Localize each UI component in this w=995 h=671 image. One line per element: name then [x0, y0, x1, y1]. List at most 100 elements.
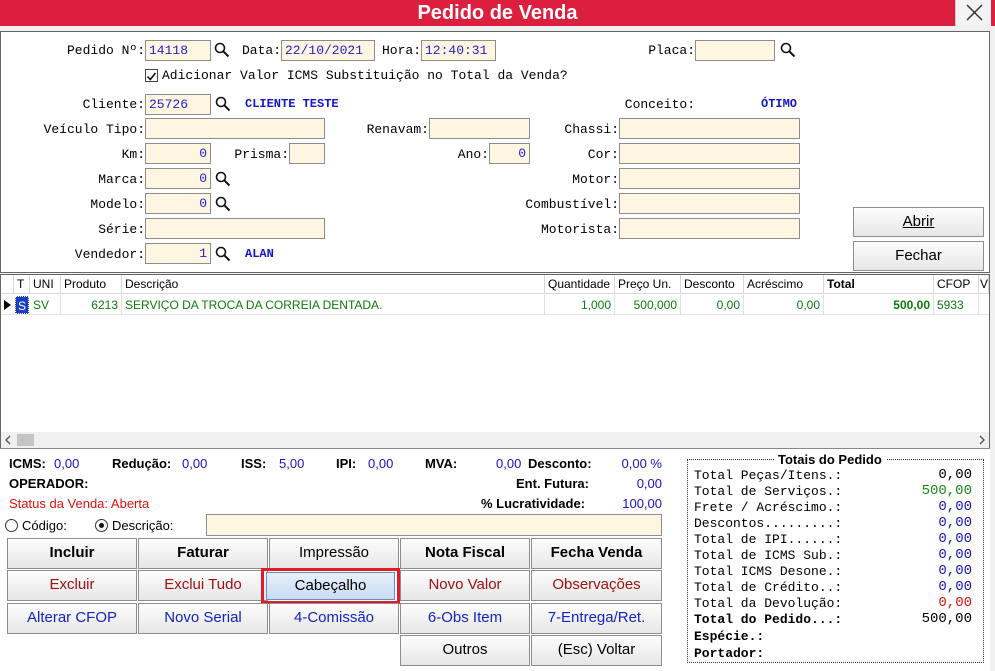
row-preco-cell: 500,000 — [615, 295, 681, 315]
exclui-tudo-button[interactable]: Exclui Tudo — [138, 570, 268, 601]
mva-value: 0,00 — [496, 456, 522, 471]
cor-field[interactable] — [619, 143, 800, 164]
col-uni[interactable]: UNI — [30, 275, 61, 294]
mva-label: MVA: — [425, 456, 458, 471]
motorista-field[interactable] — [619, 218, 800, 239]
col-cfop[interactable]: CFOP — [934, 275, 979, 294]
scrollbar-thumb[interactable] — [17, 434, 34, 446]
modelo-label: Modelo: — [90, 197, 145, 212]
total-pedido-value: 500,00 — [921, 611, 972, 627]
combustivel-field[interactable] — [619, 193, 800, 214]
placa-field[interactable] — [695, 40, 775, 61]
excluir-button[interactable]: Excluir — [7, 570, 137, 601]
col-preco[interactable]: Preço Un. — [615, 275, 681, 294]
novo-valor-button[interactable]: Novo Valor — [400, 570, 530, 601]
renavam-field[interactable] — [429, 118, 530, 139]
hora-field[interactable]: 12:40:31 — [421, 40, 496, 61]
veiculo-field[interactable] — [145, 118, 325, 139]
prisma-label: Prisma: — [234, 147, 289, 162]
km-label: Km: — [121, 147, 145, 162]
col-quantidade[interactable]: Quantidade — [545, 275, 615, 294]
vendedor-field[interactable]: 1 — [145, 243, 211, 264]
pedido-search-icon[interactable] — [214, 42, 230, 58]
close-button[interactable] — [955, 0, 991, 26]
scroll-right-icon[interactable] — [977, 435, 987, 445]
icms-value: 0,00 — [54, 456, 80, 471]
incluir-button[interactable]: Incluir — [7, 538, 137, 569]
col-descricao[interactable]: Descrição — [122, 275, 545, 294]
outros-button[interactable]: Outros — [400, 635, 530, 666]
col-t[interactable]: T — [14, 275, 30, 294]
row-type-cell[interactable]: S — [15, 296, 29, 314]
totals-row-value: 0,00 — [938, 499, 972, 515]
col-desconto[interactable]: Desconto — [681, 275, 744, 294]
product-search-input[interactable] — [206, 514, 662, 536]
obs-item-button[interactable]: 6-Obs Item — [400, 603, 530, 634]
ano-label: Ano: — [457, 147, 489, 162]
modelo-field[interactable]: 0 — [145, 193, 211, 214]
items-grid: T UNI Produto Descrição Quantidade Preço… — [0, 274, 990, 448]
iss-value: 5,00 — [279, 456, 305, 471]
close-icon — [966, 4, 983, 21]
row-cfop-cell: 5933 — [934, 295, 979, 315]
descricao-radio-label: Descrição: — [112, 518, 174, 533]
divider — [0, 448, 990, 449]
alterar-cfop-button[interactable]: Alterar CFOP — [7, 603, 137, 634]
voltar-button[interactable]: (Esc) Voltar — [531, 635, 662, 666]
pedido-field[interactable]: 14118 — [145, 40, 211, 61]
serie-field[interactable] — [145, 218, 325, 239]
icms-checkbox[interactable] — [145, 69, 158, 82]
marca-search-icon[interactable] — [215, 171, 231, 187]
chassi-field[interactable] — [619, 118, 800, 139]
lucratividade-value: 100,00 — [622, 496, 662, 511]
faturar-button[interactable]: Faturar — [138, 538, 268, 569]
totals-row-value: 0,00 — [938, 467, 972, 483]
motor-field[interactable] — [619, 168, 800, 189]
reducao-label: Redução: — [112, 456, 172, 471]
abrir-button[interactable]: Abrir — [853, 207, 984, 237]
ipi-label: IPI: — [336, 456, 357, 471]
marca-field[interactable]: 0 — [145, 168, 211, 189]
col-produto[interactable]: Produto — [61, 275, 122, 294]
status-text: Status da Venda: Aberta — [9, 496, 150, 511]
vendedor-search-icon[interactable] — [215, 246, 231, 262]
placa-search-icon[interactable] — [780, 42, 796, 58]
scroll-left-icon[interactable] — [3, 435, 13, 445]
col-total[interactable]: Total — [824, 275, 934, 294]
totals-row-label: Total da Devolução: — [694, 596, 843, 611]
cliente-search-icon[interactable] — [215, 96, 231, 112]
col-acrescimo[interactable]: Acréscimo — [744, 275, 824, 294]
descricao-radio[interactable] — [95, 519, 108, 532]
fecha-venda-button[interactable]: Fecha Venda — [531, 538, 662, 569]
data-field[interactable]: 22/10/2021 — [281, 40, 375, 61]
combustivel-label: Combustível: — [525, 197, 619, 212]
row-descricao-cell: SERVIÇO DA TROCA DA CORREIA DENTADA. — [122, 295, 545, 315]
cabecalho-button[interactable]: Cabeçalho — [266, 572, 395, 600]
comissao-button[interactable]: 4-Comissão — [269, 603, 399, 634]
especie-label: Espécie.: — [694, 629, 765, 644]
novo-serial-button[interactable]: Novo Serial — [138, 603, 268, 634]
prisma-field[interactable] — [289, 143, 325, 164]
horizontal-scrollbar[interactable] — [1, 432, 989, 448]
observacoes-button[interactable]: Observações — [531, 570, 662, 601]
totals-row-label: Descontos.........: — [694, 516, 843, 531]
impressao-button[interactable]: Impressão — [269, 538, 399, 569]
col-v[interactable]: V — [979, 275, 989, 294]
codigo-radio[interactable] — [5, 519, 18, 532]
radio-dot — [99, 523, 104, 528]
totals-row-value: 0,00 — [938, 531, 972, 547]
totals-title: Totais do Pedido — [774, 452, 886, 467]
ano-field[interactable]: 0 — [489, 143, 530, 164]
renavam-label: Renavam: — [366, 122, 429, 137]
fechar-button[interactable]: Fechar — [853, 241, 984, 271]
cliente-field[interactable]: 25726 — [145, 94, 211, 115]
nota-fiscal-button[interactable]: Nota Fiscal — [400, 538, 530, 569]
row-acrescimo-cell: 0,00 — [744, 295, 824, 315]
modelo-search-icon[interactable] — [215, 196, 231, 212]
km-field[interactable]: 0 — [145, 143, 211, 164]
veiculo-label: Veículo Tipo: — [43, 122, 145, 137]
icms-label: ICMS: — [9, 456, 46, 471]
chassi-label: Chassi: — [564, 122, 619, 137]
entrega-button[interactable]: 7-Entrega/Ret. — [531, 603, 662, 634]
conceito-label: Conceito: — [624, 97, 695, 112]
